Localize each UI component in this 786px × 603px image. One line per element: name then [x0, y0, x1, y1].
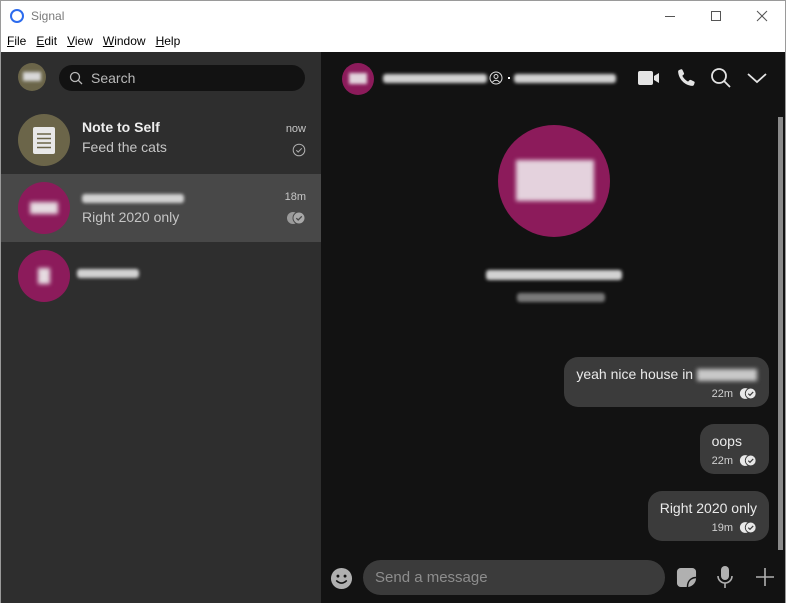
- title-bar: Signal: [1, 1, 785, 31]
- maximize-icon: [711, 11, 721, 21]
- message-time: 22m: [711, 387, 733, 400]
- message-time: 19m: [711, 521, 733, 534]
- message-bubble[interactable]: oops 22m: [699, 424, 769, 474]
- contact-avatar[interactable]: [342, 63, 374, 95]
- menu-bar: File Edit View Window Help: [1, 31, 785, 51]
- contact-avatar: [18, 250, 70, 302]
- redacted-contact-name: [82, 194, 184, 203]
- sidebar-header: [1, 52, 321, 106]
- conversation-preview: Right 2020 only: [82, 209, 180, 225]
- message-composer: [321, 556, 785, 603]
- note-to-self-avatar: [18, 114, 70, 166]
- menu-help[interactable]: Help: [156, 34, 181, 48]
- chat-panel: yeah nice house in 22m oops 22m Right 20…: [321, 52, 785, 603]
- messages-scrollbar[interactable]: [778, 117, 783, 550]
- search-icon: [711, 68, 731, 88]
- read-status-icon: [286, 211, 306, 230]
- close-icon: [756, 10, 768, 22]
- sent-status-icon: [292, 143, 306, 162]
- minimize-button[interactable]: [647, 1, 693, 31]
- search-box[interactable]: [59, 65, 305, 91]
- attach-button[interactable]: [754, 566, 776, 588]
- redacted-phone-number: [514, 74, 616, 83]
- signal-window: Signal File Edit View Window Help Search…: [0, 0, 786, 603]
- my-profile-avatar[interactable]: [18, 63, 46, 91]
- message-input[interactable]: [363, 560, 665, 595]
- menu-view[interactable]: View: [67, 34, 93, 48]
- emoji-button[interactable]: [330, 567, 353, 595]
- conversation-contact[interactable]: [1, 242, 321, 310]
- menu-window[interactable]: Window: [103, 34, 146, 48]
- conversation-sidebar: Note to Self Feed the cats now Right 202…: [1, 52, 321, 603]
- read-status-icon: [739, 387, 757, 400]
- message-text: oops: [711, 433, 742, 449]
- contact-avatar: [18, 182, 70, 234]
- sticker-button[interactable]: [675, 566, 697, 588]
- note-icon: [33, 127, 55, 154]
- contact-profile-avatar: [498, 125, 610, 237]
- message-bubble[interactable]: Right 2020 only 19m: [647, 491, 769, 541]
- menu-file[interactable]: File: [7, 34, 26, 48]
- read-status-icon: [739, 521, 757, 534]
- conversation-time: 18m: [284, 191, 306, 203]
- voice-call-button[interactable]: [674, 66, 698, 90]
- redacted-contact-name: [77, 269, 139, 278]
- conversation-note-to-self[interactable]: Note to Self Feed the cats now: [1, 106, 321, 174]
- conversation-time: now: [285, 123, 306, 135]
- voice-call-icon: [678, 69, 695, 86]
- chat-header: [321, 52, 785, 104]
- redacted-profile-name: [486, 270, 622, 280]
- maximize-button[interactable]: [693, 1, 739, 31]
- close-button[interactable]: [739, 1, 785, 31]
- video-call-icon: [638, 71, 659, 85]
- chevron-down-icon: [747, 73, 767, 84]
- voice-message-button[interactable]: [714, 566, 736, 588]
- read-status-icon: [739, 454, 757, 467]
- redacted-profile-phone: [517, 293, 605, 302]
- message-text: yeah nice house in: [576, 366, 757, 382]
- more-options-button[interactable]: [745, 66, 769, 90]
- signal-logo-icon: [10, 9, 24, 23]
- redacted-text: [697, 369, 757, 382]
- window-title: Signal: [31, 9, 65, 23]
- user-icon: [489, 71, 503, 85]
- message-bubble[interactable]: yeah nice house in 22m: [564, 357, 769, 407]
- message-time: 22m: [711, 454, 733, 467]
- search-icon: [69, 71, 83, 85]
- conversation-preview: Feed the cats: [82, 139, 167, 155]
- video-call-button[interactable]: [637, 66, 661, 90]
- conversation-name: Note to Self: [82, 119, 160, 135]
- plus-icon: [756, 568, 774, 586]
- separator-dot: [508, 77, 510, 79]
- message-text: Right 2020 only: [659, 500, 757, 516]
- minimize-icon: [665, 16, 675, 17]
- menu-edit[interactable]: Edit: [36, 34, 57, 48]
- microphone-icon: [717, 566, 733, 588]
- emoji-icon: [330, 567, 353, 590]
- sticker-icon: [676, 567, 696, 587]
- search-input[interactable]: [91, 70, 291, 86]
- conversation-contact-active[interactable]: Right 2020 only 18m: [1, 174, 321, 242]
- redacted-contact-name[interactable]: [383, 74, 487, 83]
- search-messages-button[interactable]: [709, 66, 733, 90]
